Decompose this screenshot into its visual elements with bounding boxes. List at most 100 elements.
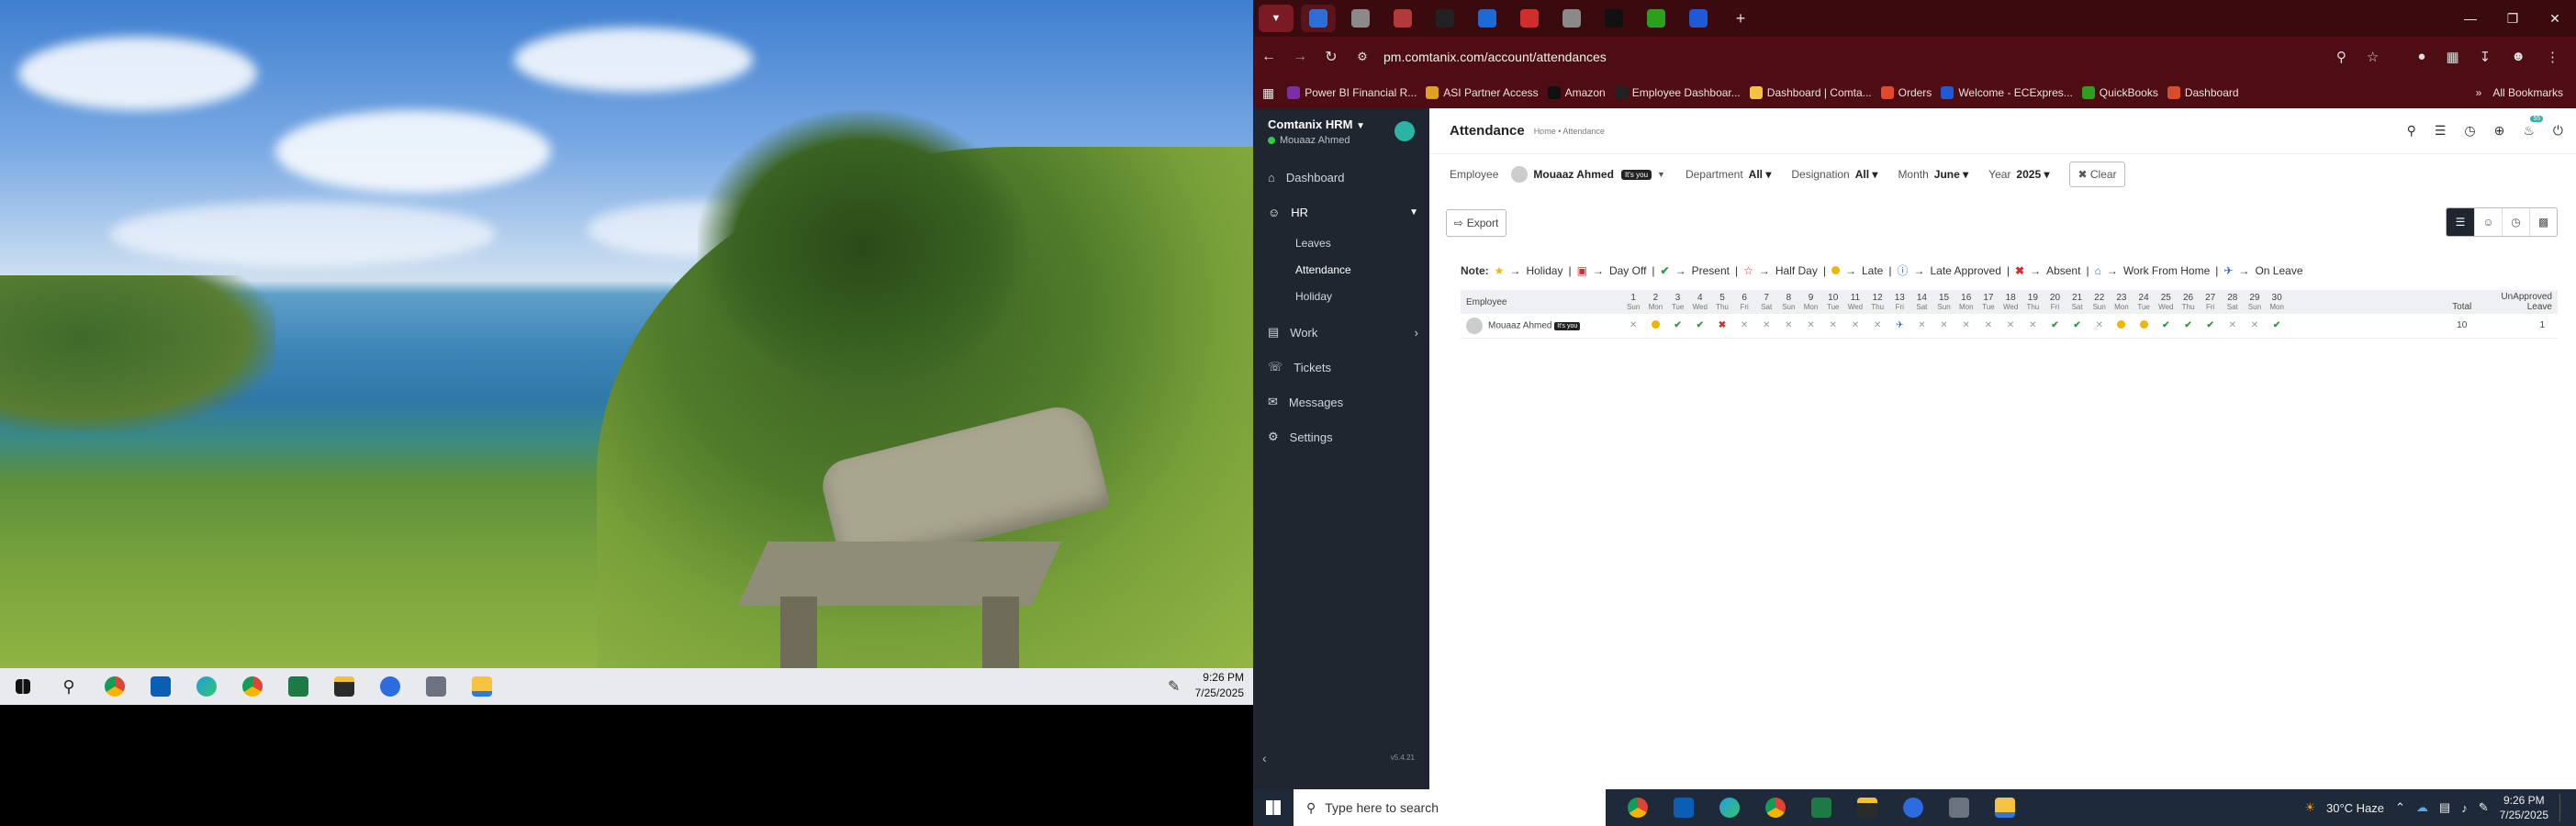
sidebar-item-leaves[interactable]: Leaves [1253,229,1429,256]
bookmark-item[interactable]: Amazon [1547,86,1606,99]
sidebar-item-tickets[interactable]: ☏ Tickets [1253,350,1429,385]
chevron-down-icon[interactable]: ▼ [1657,170,1665,179]
url-field[interactable]: pm.comtanix.com/account/attendances [1383,50,1607,64]
attendance-cell[interactable] [2133,314,2156,339]
browser-tab[interactable] [1596,5,1631,32]
download-icon[interactable]: ↧ [2480,49,2492,65]
attendance-cell[interactable]: ✕ [1932,314,1955,339]
new-tab-button[interactable]: + [1723,5,1758,32]
edge-icon[interactable] [184,668,230,705]
browser-tab[interactable] [1343,5,1378,32]
attendance-cell[interactable] [2110,314,2134,339]
maximize-icon[interactable]: ❐ [2492,11,2534,27]
bookmark-star-icon[interactable]: ☆ [2367,49,2379,65]
zoom-icon[interactable] [1890,789,1936,826]
attendance-cell[interactable]: ✕ [1910,314,1933,339]
attendance-cell[interactable] [1644,314,1667,339]
tab-search-menu[interactable]: ▼ [1259,5,1294,32]
calculator-icon[interactable] [1936,789,1982,826]
zoom-icon[interactable] [367,668,413,705]
bookmark-item[interactable]: Orders [1880,86,1932,99]
volume-icon[interactable]: ♪ [2461,801,2468,815]
user-view-button[interactable]: ☺ [2474,208,2502,236]
list-view-button[interactable]: ☰ [2447,208,2474,236]
left-clock[interactable]: 9:26 PM 7/25/2025 [1195,670,1244,701]
apps-grid-icon[interactable]: ▦ [1262,85,1274,101]
department-filter[interactable]: All ▾ [1749,168,1772,181]
browser-tab[interactable] [1428,5,1462,32]
attendance-cell[interactable]: ✔ [2199,314,2222,339]
breadcrumb[interactable]: Home • Attendance [1534,127,1605,136]
minimize-icon[interactable]: — [2449,11,2492,27]
chevron-up-icon[interactable]: ⌃ [2395,800,2405,815]
edge-icon[interactable] [1707,789,1753,826]
extension-icon[interactable]: ● [2417,49,2425,65]
show-desktop-button[interactable] [2559,794,2565,821]
sidebar-item-dashboard[interactable]: ⌂ Dashboard [1253,160,1429,195]
windows-start-icon[interactable] [0,668,46,705]
pen-icon[interactable]: ✎ [2479,800,2489,815]
attendance-cell[interactable]: ✕ [2088,314,2111,339]
menu-dots-icon[interactable]: ⋮ [2546,49,2559,65]
attendance-cell[interactable]: ✕ [1999,314,2022,339]
file-explorer-icon[interactable] [1982,789,2028,826]
site-info-icon[interactable]: ⚙ [1347,50,1378,64]
browser-tab[interactable] [1639,5,1674,32]
network-icon[interactable]: ▤ [2439,800,2450,815]
windows-start-icon[interactable] [1253,800,1294,815]
attendance-cell[interactable]: ✕ [1755,314,1778,339]
puzzle-icon[interactable]: ▦ [2446,49,2458,65]
outlook-icon[interactable] [138,668,184,705]
sticky-notes-icon[interactable] [321,668,367,705]
sidebar-item-work[interactable]: ▤ Work › [1253,315,1429,350]
attendance-cell[interactable]: ✕ [1843,314,1867,339]
sidebar-item-attendance[interactable]: Attendance [1253,256,1429,283]
all-bookmarks[interactable]: All Bookmarks [2492,86,2563,99]
bookmark-item[interactable]: QuickBooks [2081,86,2158,99]
browser-tab[interactable] [1512,5,1547,32]
bookmark-item[interactable]: Employee Dashboar... [1614,86,1741,99]
attendance-cell[interactable]: ✔ [2177,314,2200,339]
taskbar-search-box[interactable]: ⚲ Type here to search [1294,789,1606,826]
attendance-cell[interactable]: ✕ [1954,314,1977,339]
excel-icon[interactable] [1798,789,1844,826]
bookmark-item[interactable]: ASI Partner Access [1426,86,1539,99]
weather-text[interactable]: 30°C Haze [2326,801,2384,815]
browser-tab[interactable] [1301,5,1336,32]
export-button[interactable]: ⇨ Export [1446,209,1506,237]
forward-icon[interactable]: → [1284,49,1316,65]
attendance-cell[interactable]: ✔ [1688,314,1711,339]
bell-icon[interactable]: ♨ 55 [2523,116,2544,139]
browser-tab[interactable] [1470,5,1505,32]
bookmark-item[interactable]: Power BI Financial R... [1287,86,1417,99]
browser-tab[interactable] [1385,5,1420,32]
year-filter[interactable]: 2025 ▾ [2016,168,2049,181]
chrome-icon[interactable] [92,668,138,705]
collapse-sidebar-icon[interactable]: ‹ [1262,751,1267,765]
attendance-cell[interactable]: ✈ [1888,314,1911,339]
chart-view-button[interactable]: ▩ [2529,208,2557,236]
search-icon[interactable]: ⚲ [46,668,92,705]
attendance-cell[interactable]: ✔ [2155,314,2178,339]
employee-cell[interactable]: Mouaaz Ahmed It's you [1461,314,1623,339]
clear-button[interactable]: ✖ Clear [2069,162,2125,187]
outlook-icon[interactable] [1661,789,1707,826]
attendance-cell[interactable]: ✕ [1821,314,1844,339]
chrome-icon[interactable] [1753,789,1798,826]
browser-tab[interactable] [1554,5,1589,32]
attendance-cell[interactable]: ✕ [1777,314,1800,339]
bookmark-item[interactable]: Dashboard [2167,86,2239,99]
attendance-cell[interactable]: ✔ [1666,314,1689,339]
sticky-notes-icon[interactable] [1844,789,1890,826]
calculator-icon[interactable] [413,668,459,705]
reload-icon[interactable]: ↻ [1316,48,1347,66]
sidebar-item-hr[interactable]: ☺ HR ▼ [1253,195,1429,229]
designation-filter[interactable]: All ▾ [1855,168,1878,181]
chrome-icon[interactable] [1615,789,1661,826]
attendance-cell[interactable]: ✕ [2243,314,2266,339]
employee-filter[interactable]: Mouaaz Ahmed [1533,168,1614,181]
bookmark-item[interactable]: Dashboard | Comta... [1749,86,1872,99]
attendance-cell[interactable]: ✕ [1733,314,1756,339]
right-clock[interactable]: 9:26 PM 7/25/2025 [2500,793,2548,822]
more-bookmarks-icon[interactable]: » [2476,86,2482,99]
